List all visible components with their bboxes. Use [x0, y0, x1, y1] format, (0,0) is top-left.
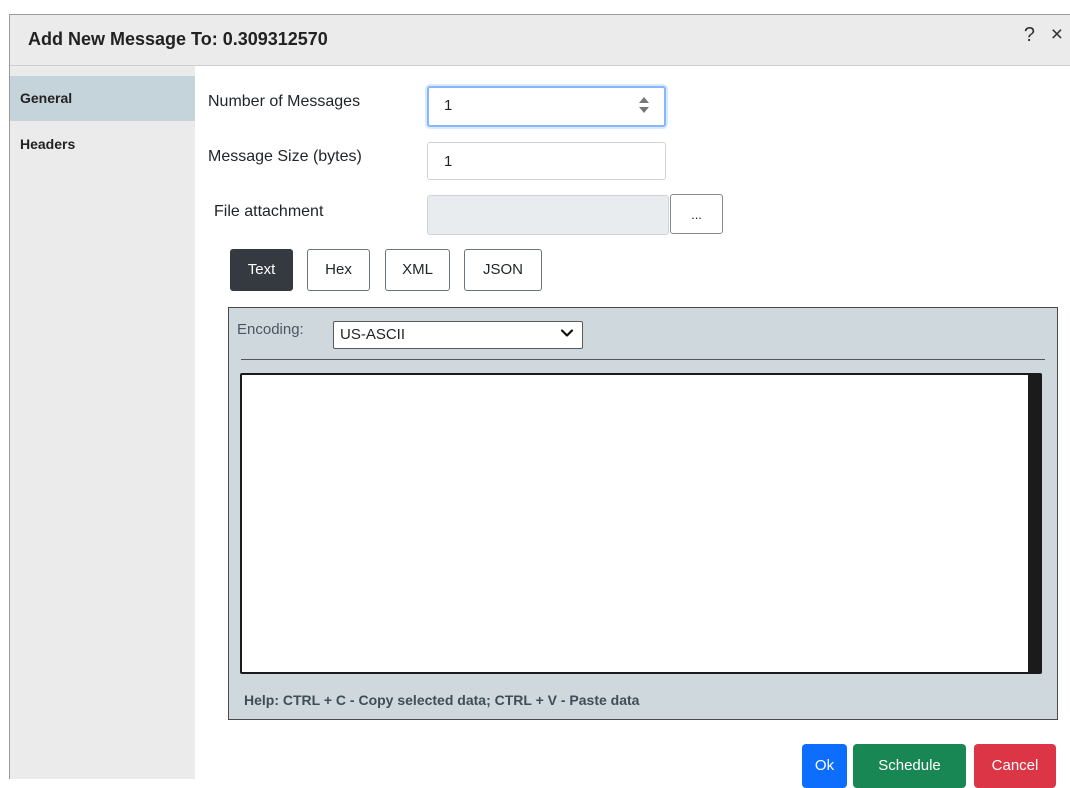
- message-size-value: 1: [444, 153, 453, 170]
- encoding-label: Encoding:: [237, 321, 304, 338]
- message-content-textarea[interactable]: [240, 373, 1042, 674]
- help-button[interactable]: ?: [1024, 23, 1035, 47]
- cancel-button[interactable]: Cancel: [974, 744, 1056, 788]
- browse-file-button[interactable]: ...: [670, 194, 723, 234]
- file-attachment-label: File attachment: [214, 203, 324, 220]
- spinner-arrows-icon[interactable]: [639, 95, 649, 115]
- close-button[interactable]: ×: [1051, 23, 1063, 47]
- message-size-input[interactable]: 1: [427, 142, 666, 180]
- chevron-down-icon: [560, 329, 574, 337]
- number-of-messages-label: Number of Messages: [208, 93, 361, 110]
- encoding-value: US-ASCII: [340, 326, 406, 343]
- number-of-messages-input[interactable]: 1: [427, 86, 666, 127]
- panel-divider: [241, 359, 1045, 360]
- dialog-title: Add New Message To: 0.309312570: [28, 29, 328, 49]
- general-panel: Number of Messages 1 Message Size (bytes…: [196, 66, 1070, 788]
- number-of-messages-value: 1: [444, 97, 453, 114]
- add-message-dialog: Add New Message To: 0.309312570 ? × Gene…: [9, 14, 1070, 788]
- tab-hex[interactable]: Hex: [307, 249, 370, 291]
- text-editor-panel: Encoding: US-ASCII Help: CTRL + C - Copy…: [228, 307, 1058, 720]
- tab-text[interactable]: Text: [230, 249, 293, 291]
- ok-button[interactable]: Ok: [802, 744, 847, 788]
- sidebar-item-headers[interactable]: Headers: [10, 121, 195, 167]
- message-size-label: Message Size (bytes): [208, 148, 362, 165]
- sidebar: General Headers: [10, 66, 195, 779]
- tab-json[interactable]: JSON: [464, 249, 542, 291]
- schedule-button[interactable]: Schedule: [853, 744, 966, 788]
- encoding-select[interactable]: US-ASCII: [333, 321, 583, 349]
- dialog-titlebar: Add New Message To: 0.309312570 ? ×: [10, 15, 1070, 66]
- file-attachment-input: [427, 195, 669, 235]
- editor-help-text: Help: CTRL + C - Copy selected data; CTR…: [244, 692, 640, 708]
- sidebar-item-general[interactable]: General: [10, 76, 195, 121]
- tab-xml[interactable]: XML: [385, 249, 450, 291]
